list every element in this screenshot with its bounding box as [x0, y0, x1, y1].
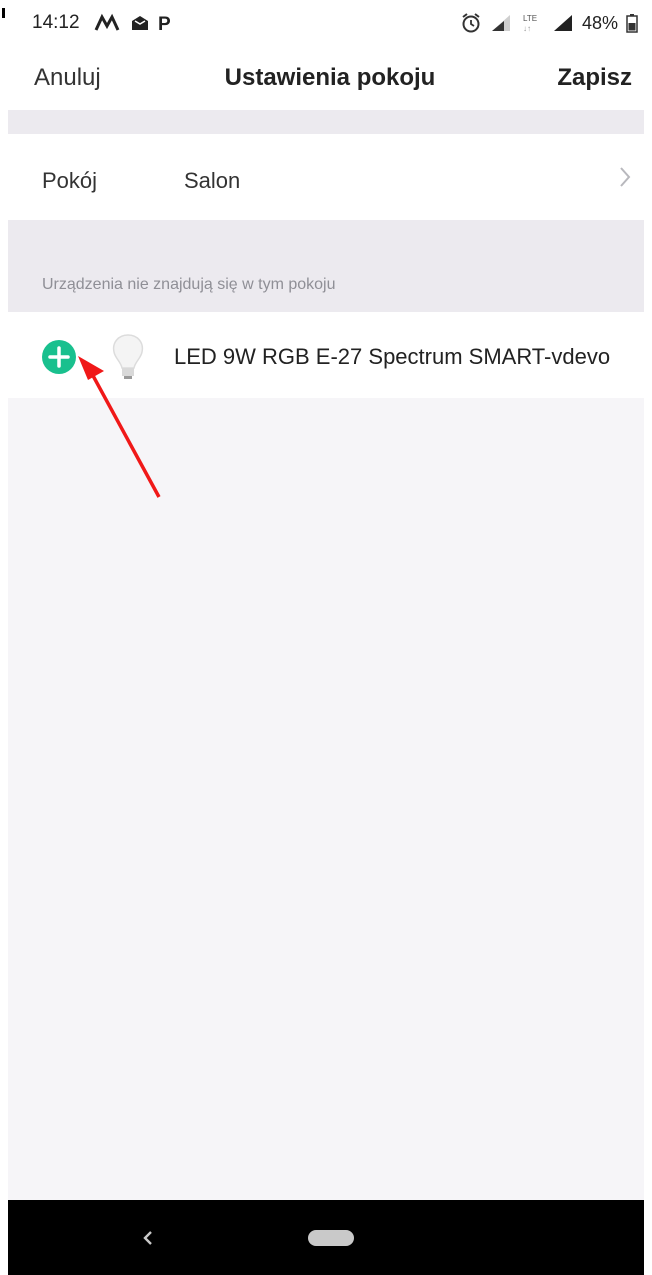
battery-percent: 48%	[581, 12, 618, 33]
chevron-right-icon	[620, 167, 631, 187]
svg-text:LTE: LTE	[523, 14, 537, 23]
signal-2-icon	[553, 15, 572, 31]
room-value: Salon	[184, 168, 241, 193]
phone-screen: 14:12 P LTE ↓↑ 48% Anuluj Ustawienia pok…	[8, 0, 652, 1275]
lte-icon: LTE ↓↑	[523, 14, 537, 33]
page-title: Ustawienia pokoju	[224, 64, 436, 91]
add-device-icon[interactable]	[41, 339, 77, 375]
app-header: Anuluj Ustawienia pokoju Zapisz	[8, 46, 652, 110]
svg-text:P: P	[158, 14, 177, 34]
save-button[interactable]: Zapisz	[557, 64, 632, 92]
screen-edge	[644, 0, 652, 1275]
svg-text:↓↑: ↓↑	[523, 24, 531, 33]
back-icon[interactable]	[138, 1222, 158, 1254]
notification-icons: P	[94, 12, 194, 39]
room-selector-row[interactable]: Pokój Salon	[8, 134, 652, 220]
section-title: Urządzenia nie znajdują się w tym pokoju	[42, 276, 336, 293]
alarm-icon	[462, 13, 480, 33]
status-right-group: LTE ↓↑ 48%	[460, 10, 638, 36]
room-label: Pokój	[42, 168, 98, 193]
battery-icon	[626, 14, 638, 33]
section-header: Urządzenia nie znajdują się w tym pokoju	[8, 220, 652, 312]
notification-glyphs-icon: P	[94, 13, 177, 35]
status-bar: 14:12 P LTE ↓↑ 48%	[8, 0, 652, 46]
home-button[interactable]	[308, 1230, 354, 1246]
screen-corner-mark	[2, 8, 5, 18]
status-time: 14:12	[32, 12, 80, 33]
bulb-icon	[112, 334, 144, 379]
device-list-item: LED 9W RGB E-27 Spectrum SMART-vdevo	[8, 312, 652, 398]
section-spacer	[8, 110, 652, 134]
device-name: LED 9W RGB E-27 Spectrum SMART-vdevo	[174, 344, 611, 369]
navigation-bar	[8, 1200, 652, 1275]
signal-1-icon	[491, 15, 510, 31]
